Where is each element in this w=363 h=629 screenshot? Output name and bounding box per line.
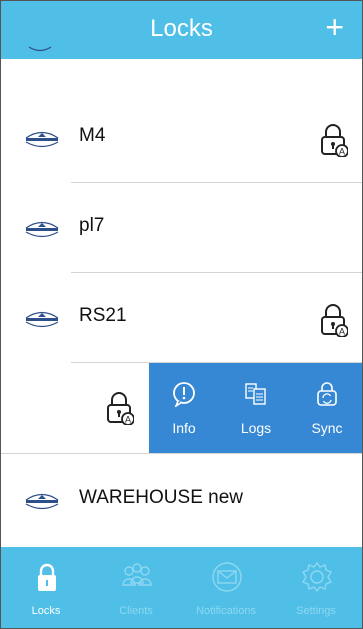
lock-name: RS21: [79, 305, 127, 326]
clients-icon: [122, 563, 152, 586]
lock-row-warehouse-new[interactable]: WAREHOUSE new: [1, 453, 362, 545]
auto-lock-icon: A: [321, 304, 348, 337]
lock-row-pl7[interactable]: pl7: [1, 183, 362, 273]
sync-action-button[interactable]: Sync: [292, 363, 362, 453]
tab-settings[interactable]: Settings: [271, 547, 361, 628]
envelope-icon: [212, 562, 242, 592]
page-title: Locks: [150, 15, 213, 42]
tab-bar: Locks Clients Notifications Settings: [1, 547, 362, 628]
lock-name: M4: [79, 125, 106, 146]
tab-settings-label: Settings: [296, 605, 336, 617]
tab-notifications[interactable]: Notifications: [181, 547, 271, 628]
row-divider: [1, 453, 362, 454]
auto-lock-icon: A: [107, 392, 134, 425]
sync-action-label: Sync: [311, 420, 343, 436]
sync-lock-icon: [317, 382, 337, 406]
company-logo: [25, 221, 59, 238]
svg-text:A: A: [339, 147, 345, 157]
lock-row-m4[interactable]: M4 A: [1, 93, 362, 183]
auto-lock-icon: A: [321, 124, 348, 157]
swipe-actions-panel: Info Logs Sync: [149, 363, 362, 453]
header-bar: Locks +: [1, 1, 362, 59]
tab-notifications-label: Notifications: [196, 605, 256, 617]
gear-icon: [301, 561, 333, 593]
tab-locks-label: Locks: [31, 605, 61, 617]
lock-name: WAREHOUSE new: [79, 487, 243, 508]
company-logo: [25, 311, 59, 328]
logs-action-button[interactable]: Logs: [221, 363, 291, 453]
tab-clients[interactable]: Clients: [91, 547, 181, 628]
svg-text:A: A: [125, 415, 131, 425]
tab-locks[interactable]: Locks: [1, 547, 91, 628]
info-action-button[interactable]: Info: [149, 363, 219, 453]
logs-action-label: Logs: [240, 420, 272, 436]
partial-company-logo: [28, 46, 52, 52]
lock-icon: [38, 563, 56, 591]
lock-row-rs21[interactable]: RS21 A: [1, 273, 362, 363]
swiped-lock-row[interactable]: A Info Logs Sync: [1, 363, 362, 453]
tab-clients-label: Clients: [119, 605, 153, 617]
lock-name: pl7: [79, 215, 105, 236]
company-logo: [25, 493, 59, 510]
logs-icon: [245, 383, 266, 405]
company-logo: [25, 131, 59, 148]
svg-text:A: A: [339, 327, 345, 337]
app-frame: Locks + M4 A pl7 RS21 A A Info Logs Sync…: [0, 0, 363, 629]
info-action-label: Info: [172, 420, 196, 436]
add-lock-button[interactable]: +: [325, 11, 344, 43]
info-bubble-icon: [173, 382, 195, 407]
